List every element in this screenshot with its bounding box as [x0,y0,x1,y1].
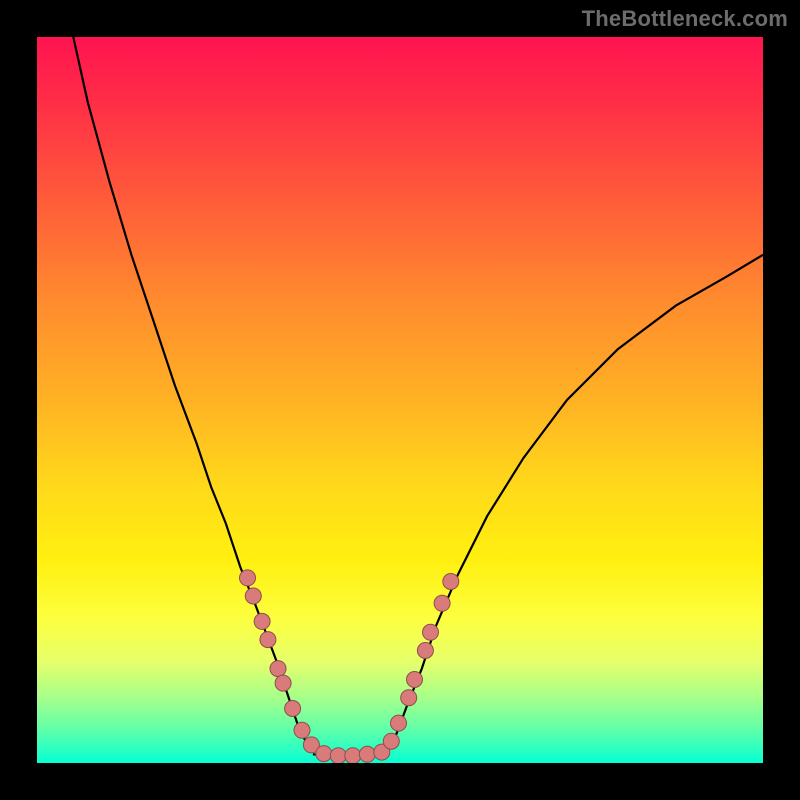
chart-frame: TheBottleneck.com [0,0,800,800]
scatter-dot [417,643,433,659]
curve-right-branch [386,255,764,752]
scatter-dot [260,632,276,648]
scatter-dot [443,574,459,590]
scatter-dot [434,595,450,611]
scatter-dot [245,588,261,604]
scatter-dot [254,613,270,629]
scatter-dots [240,570,459,763]
scatter-dot [423,624,439,640]
scatter-dot [330,748,346,763]
scatter-dot [345,748,361,763]
scatter-dot [294,722,310,738]
scatter-dot [401,690,417,706]
scatter-dot [391,715,407,731]
chart-svg [37,37,763,763]
plot-area [37,37,763,763]
scatter-dot [275,675,291,691]
scatter-dot [316,746,332,762]
watermark-text: TheBottleneck.com [582,6,788,32]
scatter-dot [270,661,286,677]
curve-left-branch [73,37,313,752]
scatter-dot [407,672,423,688]
scatter-dot [383,733,399,749]
scatter-dot [285,701,301,717]
scatter-dot [240,570,256,586]
scatter-dot [359,746,375,762]
